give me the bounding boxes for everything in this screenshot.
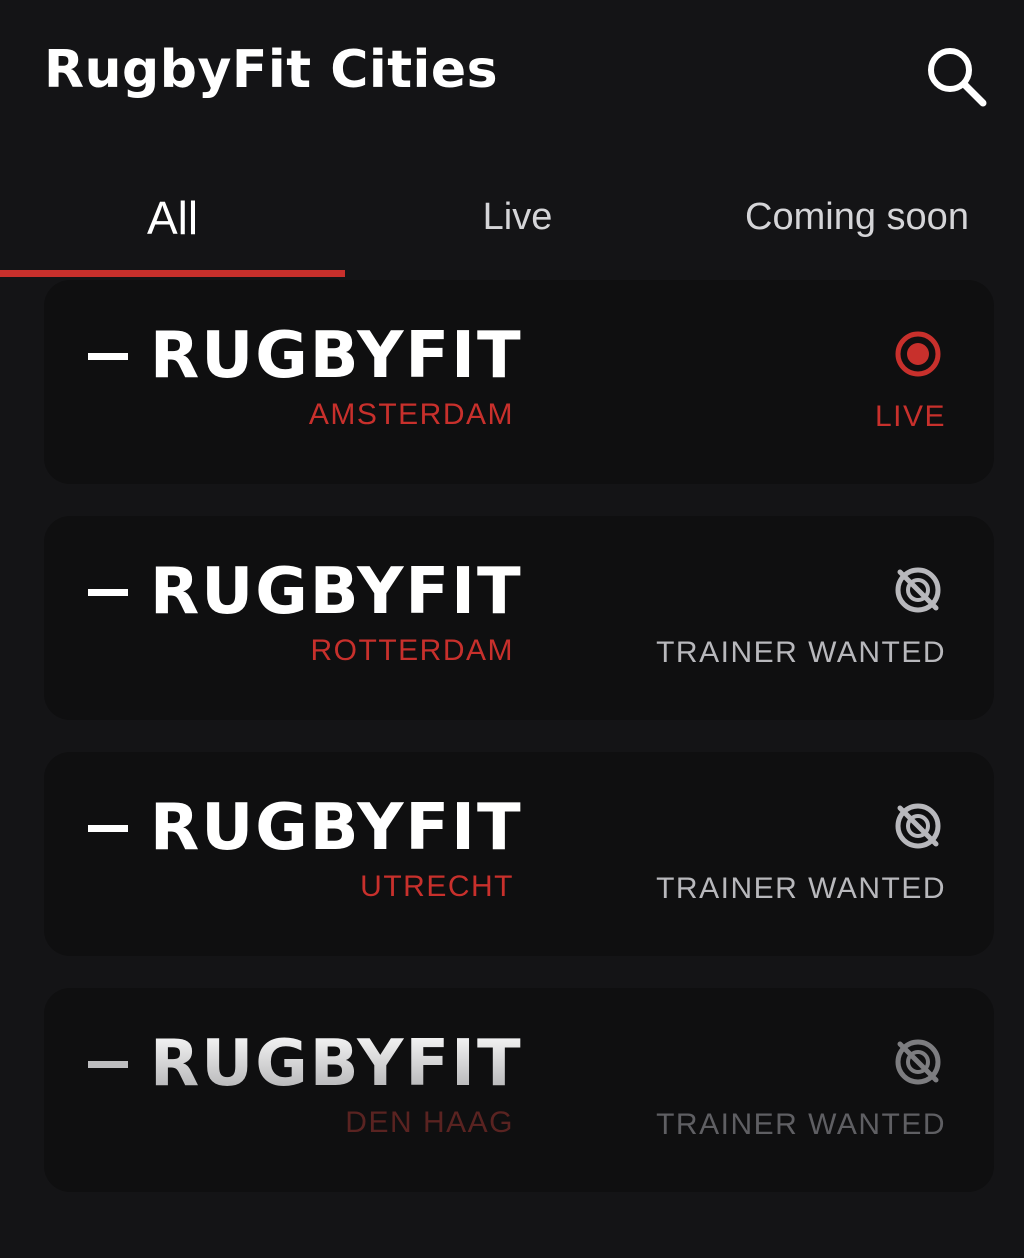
brand-dash <box>88 824 128 832</box>
brand-logo: RUGBYFIT <box>88 318 523 394</box>
city-name: ROTTERDAM <box>310 634 514 667</box>
tab-live-label: Live <box>482 196 553 238</box>
brand-wordmark: RUGBYFIT <box>150 555 523 629</box>
city-name: AMSTERDAM <box>308 398 514 431</box>
search-icon <box>928 48 987 107</box>
city-name: UTRECHT <box>360 870 514 903</box>
no-video-icon <box>895 1039 941 1085</box>
app-header: RugbyFit Cities <box>0 0 1024 150</box>
tab-live[interactable]: Live <box>345 160 690 275</box>
brand-dash <box>88 352 128 360</box>
active-tab-indicator <box>0 270 345 277</box>
page-title: RugbyFit Cities <box>44 40 499 100</box>
brand-wordmark: RUGBYFIT <box>150 1027 523 1101</box>
city-card-rotterdam[interactable]: RUGBYFIT ROTTERDAM TRAINER WANTED <box>44 516 994 720</box>
no-video-icon <box>895 803 941 849</box>
no-video-icon <box>895 567 941 613</box>
status-label: TRAINER WANTED <box>656 636 946 669</box>
brand-wordmark: RUGBYFIT <box>150 319 523 393</box>
city-card-den-haag[interactable]: RUGBYFIT DEN HAAG TRAINER WANTED <box>44 988 994 1192</box>
brand-dash <box>88 1060 128 1068</box>
brand-logo: RUGBYFIT <box>88 1026 523 1102</box>
brand-dash <box>88 588 128 596</box>
live-record-icon <box>895 331 941 377</box>
status-label: TRAINER WANTED <box>656 872 946 905</box>
status-label: LIVE <box>874 400 946 433</box>
filter-tabs: All Live Coming soon <box>0 160 1024 280</box>
status-label: TRAINER WANTED <box>656 1108 946 1141</box>
city-card-amsterdam[interactable]: RUGBYFIT AMSTERDAM LIVE <box>44 280 994 484</box>
tab-coming-soon[interactable]: Coming soon <box>690 160 1024 275</box>
tab-all[interactable]: All <box>0 160 345 275</box>
brand-logo: RUGBYFIT <box>88 554 523 630</box>
brand-wordmark: RUGBYFIT <box>150 791 523 865</box>
search-button[interactable] <box>920 40 990 110</box>
tab-coming-soon-label: Coming soon <box>745 196 969 238</box>
city-name: DEN HAAG <box>345 1106 514 1139</box>
city-card-utrecht[interactable]: RUGBYFIT UTRECHT TRAINER WANTED <box>44 752 994 956</box>
brand-logo: RUGBYFIT <box>88 790 523 866</box>
tab-all-label: All <box>146 191 199 244</box>
